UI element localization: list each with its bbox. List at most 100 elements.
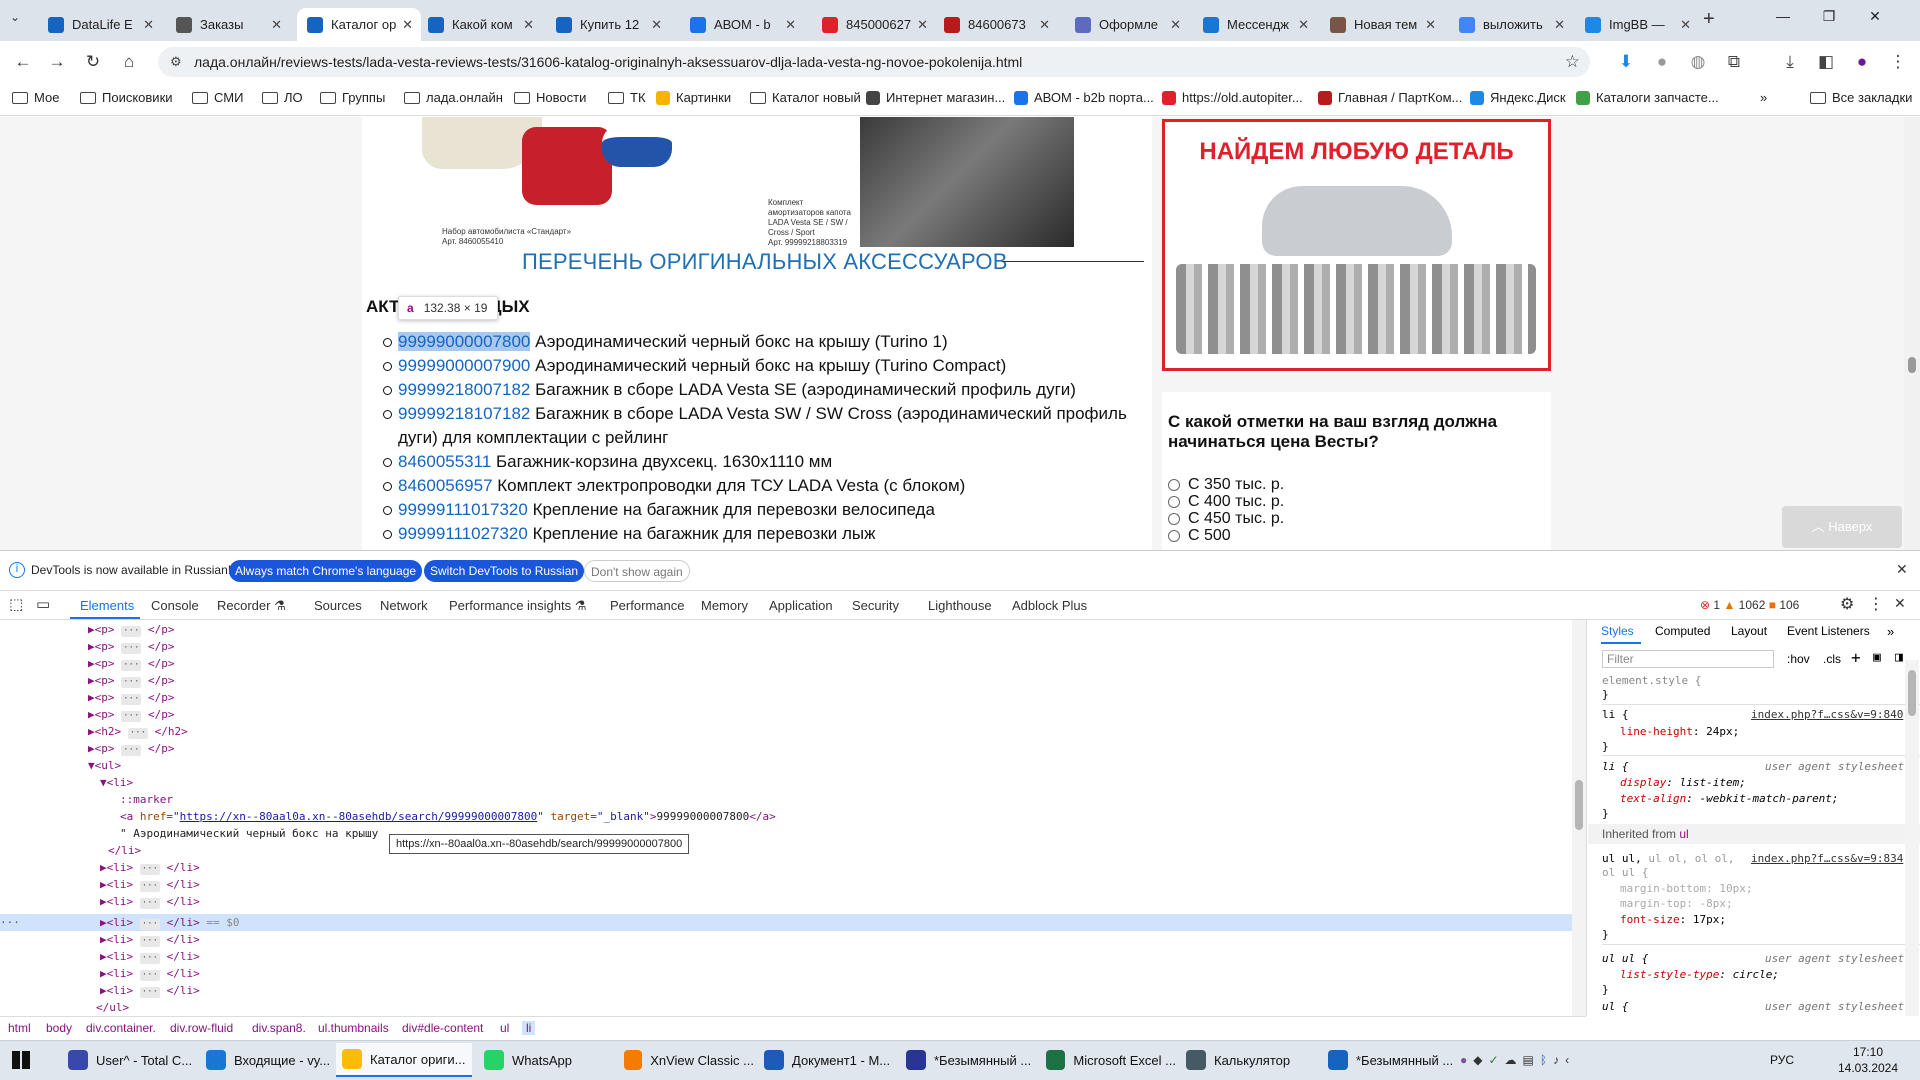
address-bar[interactable]: ⚙ лада.онлайн/reviews-tests/lada-vesta-r… <box>158 47 1590 77</box>
taskbar-app[interactable]: Каталог ориги... <box>336 1043 472 1077</box>
inspect-element-icon[interactable]: ⬚ <box>9 595 23 613</box>
devtools-close-icon[interactable]: ✕ <box>1894 595 1906 612</box>
tab-close-icon[interactable]: ✕ <box>523 17 534 33</box>
tab-search-chevron-icon[interactable]: ⌄ <box>10 10 20 24</box>
hov-toggle[interactable]: :hov <box>1787 652 1810 666</box>
dom-node[interactable]: </ul> <box>96 999 129 1016</box>
dom-node[interactable]: ▶<p> ··· </p> <box>88 740 175 757</box>
breadcrumb-item[interactable]: div#dle-content <box>402 1021 483 1035</box>
tab-close-icon[interactable]: ✕ <box>785 17 796 33</box>
breadcrumb-item[interactable]: body <box>46 1021 72 1035</box>
anchor-href[interactable]: https://xn--80aal0a.xn--80asehdb/search/… <box>180 810 538 823</box>
restore-button[interactable]: ❐ <box>1806 8 1852 32</box>
styles-tab[interactable]: Computed <box>1655 624 1710 638</box>
styles-filter-input[interactable]: Filter <box>1602 650 1774 668</box>
margin-bottom-decl[interactable]: margin-bottom: 10px; <box>1620 882 1752 895</box>
dom-li-node[interactable]: ▶<li> ··· </li> <box>100 965 200 982</box>
radio-button[interactable] <box>1168 496 1180 508</box>
dom-node[interactable]: ▶<h2> ··· </h2> <box>88 723 188 740</box>
line-height-decl[interactable]: line-height: 24px; <box>1620 725 1739 738</box>
devtools-tab[interactable]: Elements <box>80 598 134 613</box>
tab-close-icon[interactable]: ✕ <box>1680 17 1691 33</box>
dom-node[interactable]: ▶<p> ··· </p> <box>88 672 175 689</box>
styles-tab[interactable]: Event Listeners <box>1787 624 1870 638</box>
clock[interactable]: 17:10 14.03.2024 <box>1832 1044 1904 1076</box>
bookmark-item[interactable]: Интернет магазин... <box>866 90 1005 105</box>
devtools-tab[interactable]: Performance <box>610 598 684 613</box>
margin-top-decl[interactable]: margin-top: -8px; <box>1620 897 1733 910</box>
accessory-code-link[interactable]: 99999218007182 <box>398 380 530 399</box>
poll-option[interactable]: С 350 тыс. р. <box>1168 476 1284 494</box>
bookmarks-overflow-icon[interactable]: » <box>1760 90 1767 105</box>
dom-node[interactable]: ▶<p> ··· </p> <box>88 638 175 655</box>
source-link-840[interactable]: index.php?f…css&v=9:840 <box>1751 708 1903 721</box>
tray-icons[interactable]: ● ◆ ✓ ☁ ▤ ᛒ ♪ ‹ <box>1460 1043 1569 1077</box>
text-node[interactable]: " Аэродинамический черный бокс на крышу <box>120 825 378 842</box>
dom-li-node[interactable]: ▶<li> ··· </li> <box>100 982 200 999</box>
new-rule-icon[interactable]: + <box>1851 648 1861 667</box>
browser-tab[interactable]: Оформле ✕ <box>1065 8 1189 41</box>
tab-close-icon[interactable]: ✕ <box>1425 17 1436 33</box>
accessory-code-link[interactable]: 99999000007900 <box>398 356 530 375</box>
profile-avatar-icon[interactable]: ● <box>1848 48 1876 76</box>
extension-download-icon[interactable]: ⬇ <box>1612 48 1640 76</box>
bookmark-item[interactable]: Группы <box>320 90 385 105</box>
ul-ul-selector[interactable]: ul ul, ul ol, ol ol, <box>1602 852 1734 865</box>
taskbar-app[interactable]: Microsoft Excel ... <box>1040 1043 1176 1077</box>
start-button[interactable] <box>12 1043 30 1077</box>
taskbar-app[interactable]: Калькулятор <box>1180 1043 1316 1077</box>
bookmark-item[interactable]: АВОМ - b2b порта... <box>1014 90 1154 105</box>
taskbar-app[interactable]: WhatsApp <box>478 1043 614 1077</box>
li-selector[interactable]: li { <box>1602 708 1629 721</box>
tab-close-icon[interactable]: ✕ <box>271 17 282 33</box>
devtools-tab[interactable]: Application <box>769 598 833 613</box>
devtools-tab[interactable]: Lighthouse <box>928 598 992 613</box>
dom-node[interactable]: ▼<li> <box>100 774 133 791</box>
page-scrollbar[interactable] <box>1904 117 1920 550</box>
selected-li-node[interactable]: ▶<li> ··· </li> == $0 <box>100 914 240 931</box>
minimize-button[interactable]: — <box>1760 8 1806 32</box>
bookmark-item[interactable]: Новости <box>514 90 586 105</box>
accessory-code-link[interactable]: 99999218107182 <box>398 404 530 423</box>
downloads-icon[interactable]: ⤓ <box>1776 48 1804 76</box>
dont-show-again-button[interactable]: Don't show again <box>584 560 690 582</box>
reload-icon[interactable]: ↻ <box>80 49 106 75</box>
breadcrumb-item[interactable]: ul.thumbnails <box>318 1021 389 1035</box>
styles-scroll-thumb[interactable] <box>1908 670 1916 716</box>
bookmark-item[interactable]: лада.онлайн <box>404 90 503 105</box>
bookmark-item[interactable]: Каталог новый <box>750 90 861 105</box>
taskbar-app[interactable]: Входящие - vy... <box>200 1043 336 1077</box>
dom-node[interactable]: ▶<p> ··· </p> <box>88 655 175 672</box>
browser-tab[interactable]: Новая тем ✕ <box>1320 8 1444 41</box>
close-window-button[interactable]: ✕ <box>1852 8 1898 32</box>
bookmark-item[interactable]: ЛО <box>262 90 303 105</box>
taskbar-app[interactable]: *Безымянный ... <box>900 1043 1036 1077</box>
row-ellipsis[interactable]: ··· <box>0 914 20 931</box>
devtools-tab[interactable]: Security <box>852 598 899 613</box>
poll-option[interactable]: С 450 тыс. р. <box>1168 510 1284 528</box>
devtools-tab[interactable]: Network <box>380 598 428 613</box>
accessory-code-link[interactable]: 8460056957 <box>398 476 493 495</box>
styles-more-icon[interactable]: » <box>1887 624 1894 639</box>
bookmark-item[interactable]: Каталоги запчасте... <box>1576 90 1719 105</box>
poll-option[interactable]: С 400 тыс. р. <box>1168 493 1284 511</box>
poll-option[interactable]: С 500 <box>1168 527 1231 545</box>
radio-button[interactable] <box>1168 479 1180 491</box>
switch-russian-button[interactable]: Switch DevTools to Russian <box>424 560 585 582</box>
browser-tab[interactable]: АВОМ - b ✕ <box>680 8 804 41</box>
devtools-tab[interactable]: Memory <box>701 598 748 613</box>
accessory-code-link[interactable]: 8460055311 <box>398 452 491 471</box>
ul-ua-selector[interactable]: ul { <box>1602 1000 1629 1013</box>
browser-tab[interactable]: 845000627 ✕ <box>812 8 936 41</box>
accessory-code-link[interactable]: 99999111017320 <box>398 500 528 519</box>
element-style-rule[interactable]: element.style { <box>1602 674 1701 687</box>
match-language-button[interactable]: Always match Chrome's language <box>229 560 423 582</box>
dom-node[interactable]: ::marker <box>120 791 173 808</box>
infobar-close-icon[interactable]: ✕ <box>1896 561 1908 578</box>
styles-tab[interactable]: Styles <box>1601 624 1634 638</box>
source-link-834[interactable]: index.php?f…css&v=9:834 <box>1751 852 1903 865</box>
menu-kebab-icon[interactable]: ⋮ <box>1884 48 1912 76</box>
bookmark-item[interactable]: Картинки <box>656 90 731 105</box>
font-size-decl[interactable]: font-size: 17px; <box>1620 913 1726 926</box>
dom-li-node[interactable]: ▶<li> ··· </li> <box>100 931 200 948</box>
